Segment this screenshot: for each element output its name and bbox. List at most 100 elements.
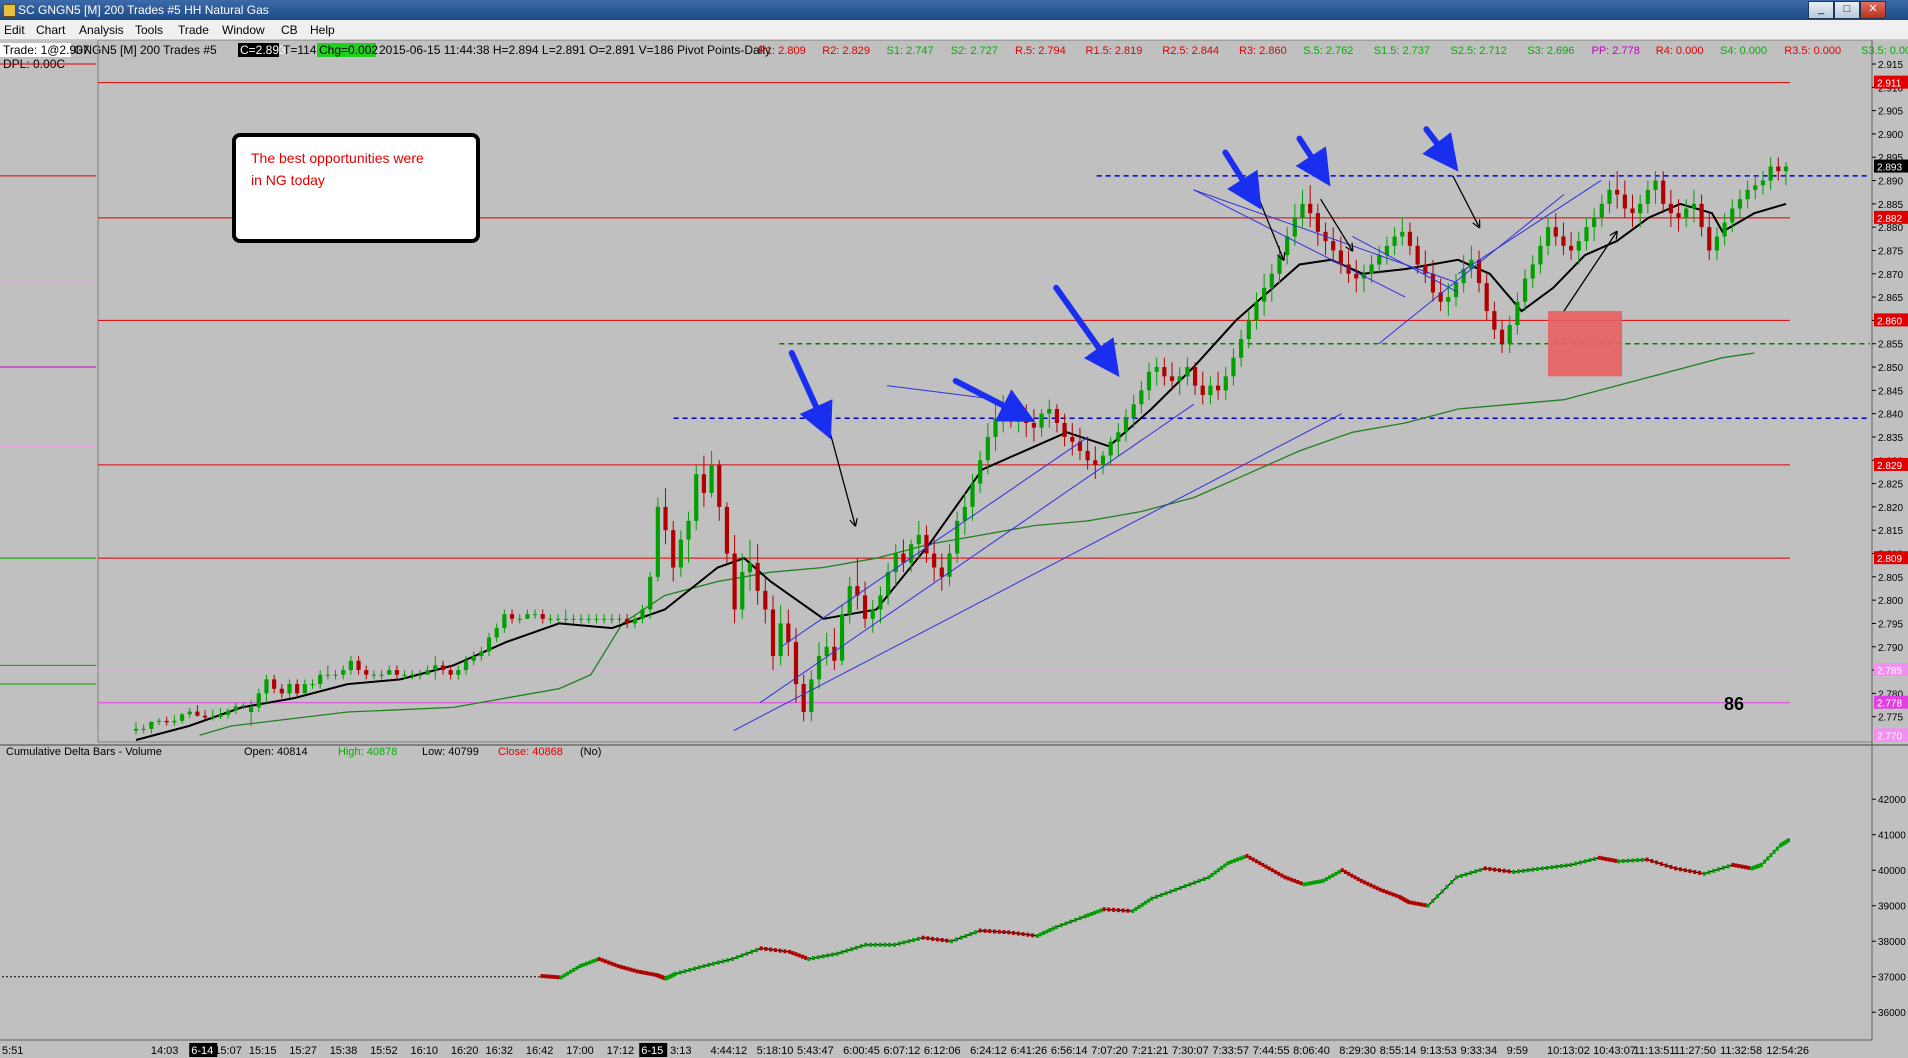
delta-bar <box>1410 900 1414 905</box>
delta-tick-label: 39000 <box>1878 902 1906 913</box>
time-tick-label: 8:29:30 <box>1339 1045 1376 1057</box>
delta-bar <box>716 960 720 965</box>
candle-body <box>732 553 737 610</box>
delta-bar <box>623 965 627 970</box>
chart-area[interactable]: Trade: 1@2.907 GNGN5 [M] 200 Trades #5 C… <box>0 40 1908 1058</box>
candle-body <box>1446 297 1451 302</box>
delta-bar <box>1054 925 1058 930</box>
candle-body <box>801 684 806 713</box>
candle-body <box>1599 203 1604 218</box>
delta-bar <box>673 971 677 976</box>
candle-body <box>218 714 223 718</box>
blue-arrow <box>1053 284 1120 378</box>
delta-bar <box>1007 930 1011 935</box>
delta-bar <box>1772 849 1776 854</box>
candle-body <box>1776 166 1781 172</box>
minimize-button[interactable]: _ <box>1808 1 1834 19</box>
price-tick-label: 2.795 <box>1878 619 1903 630</box>
time-tick-label: 14:03 <box>151 1045 179 1057</box>
menu-chart[interactable]: Chart <box>36 23 65 37</box>
delta-bar <box>1597 855 1601 860</box>
candle-body <box>1024 413 1029 423</box>
delta-bar <box>740 953 744 958</box>
delta-bar <box>1536 867 1540 872</box>
delta-bar <box>1645 857 1649 862</box>
delta-bar <box>1478 867 1482 872</box>
pivot-label: S3.5: 0.000 <box>1861 45 1908 57</box>
candle-body <box>302 684 307 694</box>
delta-bar <box>1693 869 1697 874</box>
pivot-label: R2.5: 2.844 <box>1162 45 1219 57</box>
candle-body <box>1684 208 1689 218</box>
time-tick-label: 15:38 <box>330 1045 358 1057</box>
delta-bar <box>572 967 576 972</box>
delta-bar <box>940 938 944 943</box>
candle-body <box>978 460 983 484</box>
delta-bar <box>1702 871 1706 876</box>
time-tick-label: 6-15 <box>641 1045 663 1057</box>
delta-bar <box>978 928 982 933</box>
candle-body <box>1162 367 1167 377</box>
price-tick-label: 2.890 <box>1878 177 1903 188</box>
window-title: SC GNGN5 [M] 200 Trades #5 HH Natural Ga… <box>18 3 269 17</box>
time-axis: 5:51 14:03 6-14 15:07 15:15 15:27 15:38 15:52 16… <box>0 1039 1872 1057</box>
delta-bar <box>878 942 882 947</box>
menu-trade[interactable]: Trade <box>178 23 209 37</box>
delta-bar <box>969 932 973 937</box>
candle-body <box>663 506 668 531</box>
delta-bar <box>1359 878 1363 883</box>
candle-body <box>210 717 215 719</box>
delta-bar <box>1407 900 1411 905</box>
delta-bar <box>812 956 816 961</box>
candle-body <box>1592 217 1597 228</box>
candle-body <box>202 715 208 718</box>
delta-bar <box>750 949 754 954</box>
price-tick-label: 2.800 <box>1878 596 1903 607</box>
delta-bar <box>1150 896 1154 901</box>
delta-header-label: High: 40878 <box>338 746 397 758</box>
candle-body <box>1070 436 1075 442</box>
pivot-label: R3: 2.860 <box>1239 45 1287 57</box>
delta-bar <box>1299 881 1303 886</box>
candle-body <box>1569 245 1574 251</box>
menu-window[interactable]: Window <box>222 23 265 37</box>
close-button[interactable]: ✕ <box>1860 1 1886 19</box>
delta-bar <box>591 959 595 964</box>
annotation-box[interactable]: The best opportunities were in NG today <box>232 133 480 243</box>
price-tag-label: 2.860 <box>1877 316 1902 327</box>
delta-bar <box>1521 868 1525 873</box>
window-titlebar[interactable]: SC GNGN5 [M] 200 Trades #5 HH Natural Ga… <box>0 0 1908 20</box>
candle-body <box>356 660 361 671</box>
delta-bar <box>773 948 777 953</box>
delta-bar <box>907 939 911 944</box>
candle-body <box>1722 222 1727 237</box>
price-tick-label: 2.775 <box>1878 713 1903 724</box>
candle-body <box>862 595 868 619</box>
delta-bar <box>629 967 633 972</box>
candle-body <box>249 707 254 713</box>
candle-body <box>1753 185 1758 190</box>
maximize-button[interactable]: □ <box>1834 1 1860 19</box>
candle-body <box>341 670 346 675</box>
candle-body <box>602 618 607 620</box>
pivot-label: S2: 2.727 <box>951 45 998 57</box>
menu-analysis[interactable]: Analysis <box>79 23 124 37</box>
menu-edit[interactable]: Edit <box>4 23 25 37</box>
price-tag-label: 2.809 <box>1877 554 1902 565</box>
time-tick-label: 7:21:21 <box>1132 1045 1169 1057</box>
delta-bar <box>1099 908 1103 913</box>
menu-help[interactable]: Help <box>310 23 335 37</box>
delta-bar <box>1347 871 1351 876</box>
delta-bar <box>1016 931 1020 936</box>
candle-body <box>901 553 906 563</box>
header-symbol: GNGN5 [M] 200 Trades #5 <box>74 43 217 57</box>
menu-tools[interactable]: Tools <box>135 23 163 37</box>
menu-cb[interactable]: CB <box>281 23 298 37</box>
candle-body <box>579 618 584 620</box>
candle-body <box>494 628 499 638</box>
time-tick-label: 3:13 <box>670 1045 691 1057</box>
candle-body <box>1730 208 1735 223</box>
delta-bar <box>1089 912 1093 917</box>
price-tick-label: 2.835 <box>1878 433 1903 444</box>
candle-body <box>1338 250 1343 265</box>
